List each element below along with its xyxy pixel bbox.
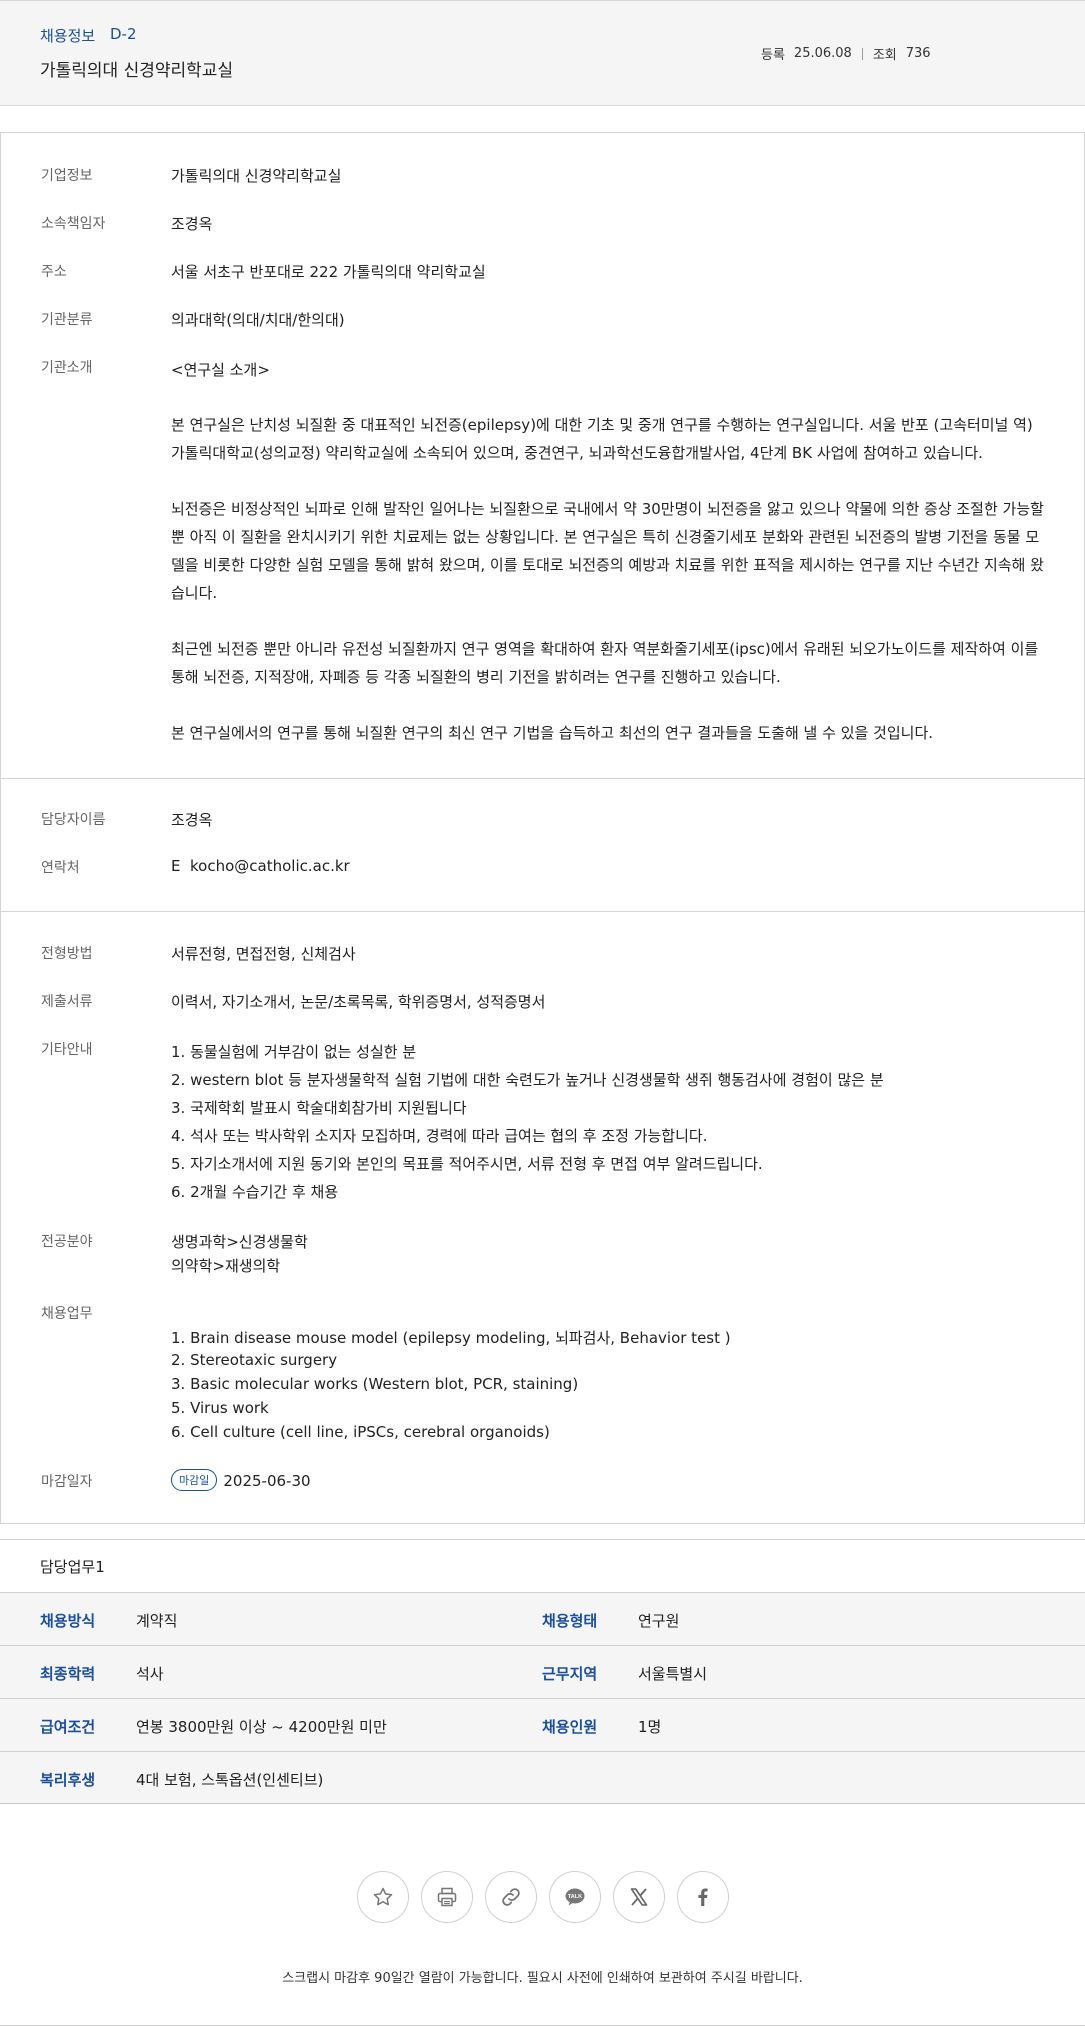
duty-value: 서울특별시: [638, 1665, 708, 1683]
duty-value: 연구원: [638, 1612, 680, 1630]
field-label: 전공분야: [41, 1234, 93, 1250]
dday-badge: D-2: [110, 25, 137, 43]
copy-link-button[interactable]: [485, 1871, 537, 1923]
page-title: 가톨릭의대 신경약리학교실: [40, 61, 234, 81]
duty-value: 1명: [638, 1718, 662, 1736]
table-row: 최종학력 석사 근무지역 서울특별시: [0, 1645, 1085, 1698]
duty-value: 4대 보험, 스톡옵션(인센티브): [136, 1771, 324, 1789]
method-label: 전형방법: [41, 946, 93, 962]
duty-key: 급여조건: [40, 1718, 96, 1736]
reg-label: 등록: [761, 48, 785, 63]
x-icon: [630, 1888, 648, 1906]
section-divider: [1, 778, 1084, 779]
x-share-button[interactable]: [613, 1871, 665, 1923]
field-item: 생명과학>신경생물학: [171, 1233, 308, 1251]
deadline-label: 마감일자: [41, 1474, 93, 1490]
duty-label: 채용업무: [41, 1306, 93, 1322]
facebook-icon: [698, 1888, 708, 1906]
etc-item: 5. 자기소개서에 지원 동기와 본인의 목표를 적어주시면, 서류 전형 후 …: [171, 1155, 763, 1173]
meta-divider: [861, 47, 863, 60]
address-label: 주소: [41, 264, 67, 280]
etc-label: 기타안내: [41, 1042, 93, 1058]
scrap-notice: 스크랩시 마감후 90일간 열람이 가능합니다. 필요시 사전에 인쇄하여 보관…: [282, 1971, 803, 1986]
contact-email: E kocho@catholic.ac.kr: [171, 857, 350, 875]
table-row: 급여조건 연봉 3800만원 이상 ~ 4200만원 미만 채용인원 1명: [0, 1698, 1085, 1751]
company-info-value: 가톨릭의대 신경약리학교실: [171, 167, 342, 185]
duty-key: 복리후생: [40, 1771, 96, 1789]
org-intro-heading: <연구실 소개>: [171, 361, 270, 379]
intro-paragraph: 본 연구실은 난치성 뇌질환 중 대표적인 뇌전증(epilepsy)에 대한 …: [171, 416, 1033, 462]
duty-value: 석사: [136, 1665, 164, 1683]
print-icon: [437, 1887, 457, 1907]
duty-item: 1. Brain disease mouse model (epilepsy m…: [171, 1329, 731, 1347]
bottom-divider: [0, 2025, 1085, 2026]
field-item: 의약학>재생의학: [171, 1257, 281, 1275]
kakaotalk-share-button[interactable]: TALK: [549, 1871, 601, 1923]
duty-value: 연봉 3800만원 이상 ~ 4200만원 미만: [136, 1718, 387, 1736]
etc-item: 2. western blot 등 분자생물학적 실험 기법에 대한 숙련도가 …: [171, 1071, 884, 1089]
duty-key: 채용형태: [542, 1612, 598, 1630]
facebook-share-button[interactable]: [677, 1871, 729, 1923]
duty-section-title: 담당업무1: [40, 1558, 105, 1576]
print-button[interactable]: [421, 1871, 473, 1923]
org-intro-label: 기관소개: [41, 360, 93, 376]
contact-name-label: 담당자이름: [41, 812, 106, 828]
intro-paragraph: 본 연구실에서의 연구를 통해 뇌질환 연구의 최신 연구 기법을 습득하고 최…: [171, 724, 934, 742]
job-info-box: 기업정보 가톨릭의대 신경약리학교실 소속책임자 조경옥 주소 서울 서초구 반…: [0, 132, 1085, 1524]
reg-date: 25.06.08: [793, 46, 852, 61]
docs-label: 제출서류: [41, 994, 93, 1010]
contact-name-value: 조경옥: [171, 811, 213, 829]
address-value: 서울 서초구 반포대로 222 가톨릭의대 약리학교실: [171, 263, 486, 281]
company-info-label: 기업정보: [41, 168, 93, 184]
post-meta: 등록 25.06.08 조회 736: [761, 44, 931, 63]
duty-top-line: [0, 1539, 1085, 1540]
duty-item: 2. Stereotaxic surgery: [171, 1351, 338, 1369]
intro-paragraph: 뇌전증은 비정상적인 뇌파로 인해 발작인 일어나는 뇌질환으로 국내에서 약 …: [171, 500, 1044, 602]
email-link[interactable]: kocho@catholic.ac.kr: [190, 857, 350, 875]
section-divider: [1, 911, 1084, 912]
link-icon: [502, 1888, 520, 1906]
duty-item: 6. Cell culture (cell line, iPSCs, cereb…: [171, 1423, 550, 1441]
duty-key: 근무지역: [542, 1665, 598, 1683]
table-row: 복리후생 4대 보험, 스톡옵션(인센티브): [0, 1751, 1085, 1804]
duty-key: 채용인원: [542, 1718, 598, 1736]
scrap-button[interactable]: [357, 1871, 409, 1923]
table-row: 채용방식 계약직 채용형태 연구원: [0, 1592, 1085, 1645]
duty-value: 계약직: [136, 1612, 178, 1630]
job-category: 채용정보: [40, 27, 96, 45]
org-class-label: 기관분류: [41, 312, 93, 328]
duty-item: 3. Basic molecular works (Western blot, …: [171, 1375, 579, 1393]
duty-key: 최종학력: [40, 1665, 96, 1683]
etc-item: 6. 2개월 수습기간 후 채용: [171, 1183, 339, 1201]
view-count: 736: [905, 46, 931, 61]
job-header: 채용정보 D-2 가톨릭의대 신경약리학교실 등록 25.06.08 조회 73…: [0, 0, 1085, 106]
method-value: 서류전형, 면접전형, 신체검사: [171, 945, 356, 963]
intro-paragraph: 최근엔 뇌전증 뿐만 아니라 유전성 뇌질환까지 연구 영역을 확대하여 환자 …: [171, 640, 1039, 686]
duty-key: 채용방식: [40, 1612, 96, 1630]
duty-item: 5. Virus work: [171, 1399, 269, 1417]
head-value: 조경옥: [171, 215, 213, 233]
contact-phone-label: 연락처: [41, 860, 80, 876]
star-icon: [373, 1887, 393, 1906]
talk-label: TALK: [568, 1894, 582, 1900]
deadline-date: 2025-06-30: [223, 1472, 311, 1490]
email-prefix: E: [171, 857, 181, 875]
deadline-badge: 마감일: [171, 1469, 218, 1491]
etc-item: 1. 동물실험에 거부감이 없는 성실한 분: [171, 1043, 417, 1061]
org-class-value: 의과대학(의대/치대/한의대): [171, 311, 345, 329]
kakaotalk-icon: TALK: [565, 1888, 585, 1906]
docs-value: 이력서, 자기소개서, 논문/초록목록, 학위증명서, 성적증명서: [171, 993, 546, 1011]
deadline-value: 마감일 2025-06-30: [171, 1469, 311, 1491]
head-label: 소속책임자: [41, 216, 106, 232]
etc-item: 4. 석사 또는 박사학위 소지자 모집하며, 경력에 따라 급여는 협의 후 …: [171, 1127, 708, 1145]
etc-item: 3. 국제학회 발표시 학술대회참가비 지원됩니다: [171, 1099, 467, 1117]
view-label: 조회: [872, 48, 897, 63]
